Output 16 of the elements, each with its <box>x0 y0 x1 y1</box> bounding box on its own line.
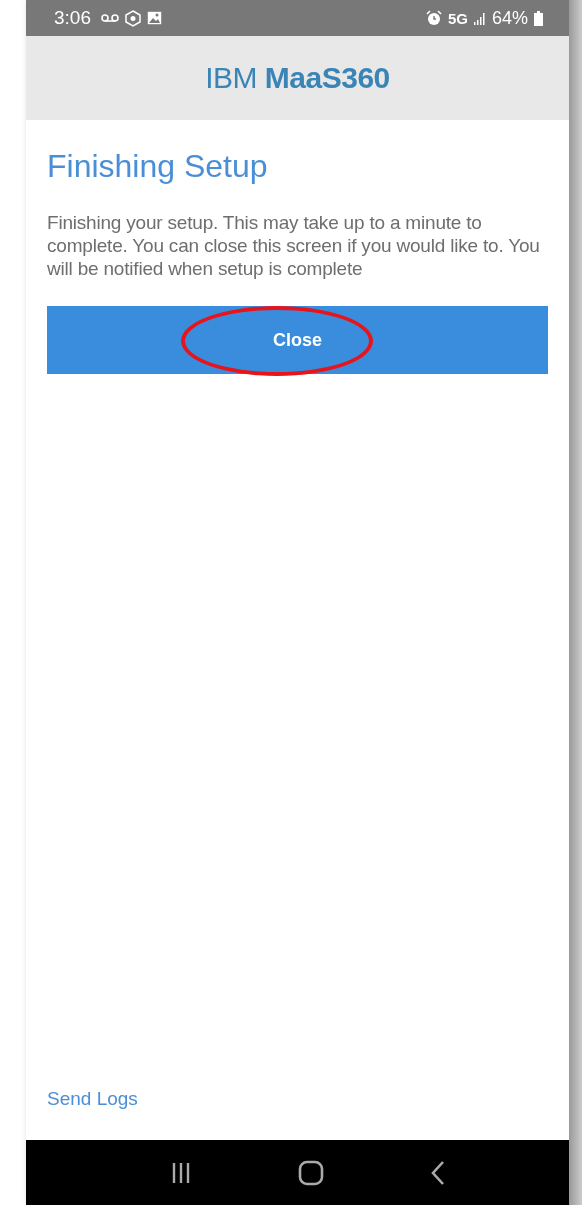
brand-logo: IBM MaaS360 <box>205 61 390 95</box>
signal-icon <box>473 11 486 25</box>
hexagon-icon <box>125 9 141 27</box>
setup-message: Finishing your setup. This may take up to a minute to complete. You can close this screen if you would like to. You will be notified when setup is complete <box>47 211 541 280</box>
battery-icon <box>534 10 543 26</box>
battery-percent: 64% <box>491 7 528 29</box>
image-icon <box>147 11 162 25</box>
send-logs-link[interactable]: Send Logs <box>47 1088 138 1110</box>
voicemail-icon <box>101 13 119 23</box>
home-icon <box>298 1159 325 1186</box>
close-button[interactable]: Close <box>47 306 548 374</box>
network-label: 5G <box>447 9 468 27</box>
back-icon <box>430 1159 447 1186</box>
clock-time: 3:06 <box>54 7 91 29</box>
alarm-icon <box>425 10 442 26</box>
page-title: Finishing Setup <box>47 148 269 185</box>
